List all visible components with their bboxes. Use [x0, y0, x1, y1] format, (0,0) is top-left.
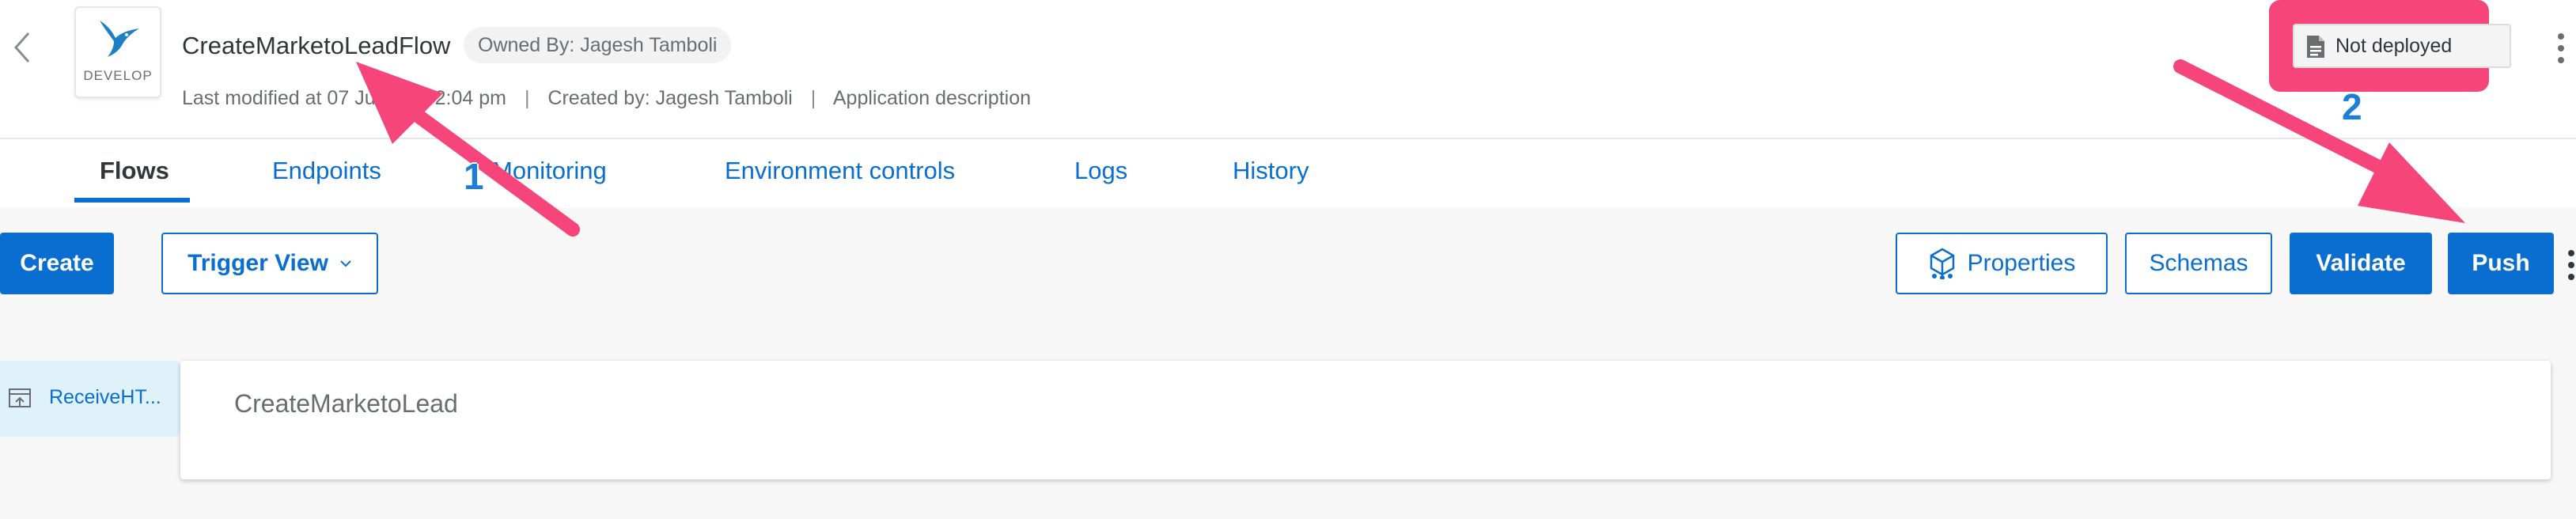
toolbar-more-icon[interactable] [2563, 247, 2576, 283]
trigger-view-label: Trigger View [188, 250, 328, 276]
app-tile: DEVELOP [74, 6, 161, 98]
app-metadata: Last modified at 07 Jul 2021 2:04 pm | C… [182, 87, 1031, 110]
flow-card[interactable]: CreateMarketoLead [180, 361, 2551, 479]
properties-cube-icon [1930, 248, 1954, 279]
deployment-status-chip[interactable]: Not deployed [2293, 24, 2511, 68]
deployment-status-text: Not deployed [2335, 35, 2453, 57]
tab-endpoints[interactable]: Endpoints [272, 157, 381, 185]
tab-monitoring[interactable]: Monitoring [492, 157, 607, 185]
separator: | [524, 87, 530, 109]
create-button-label: Create [20, 250, 94, 276]
annotation-marker-1: 1 [464, 156, 484, 197]
trigger-view-dropdown[interactable]: Trigger View [161, 233, 378, 294]
app-tile-label: DEVELOP [83, 68, 153, 83]
tab-flows[interactable]: Flows [100, 157, 169, 185]
validate-label: Validate [2316, 250, 2406, 276]
page-title: CreateMarketoLeadFlow [182, 32, 451, 59]
back-chevron-icon[interactable] [5, 28, 43, 66]
tab-environment-controls[interactable]: Environment controls [725, 157, 955, 185]
trigger-label: ReceiveHT... [49, 386, 161, 408]
create-button[interactable]: Create [0, 233, 114, 294]
tab-history[interactable]: History [1233, 157, 1309, 185]
last-modified-text: Last modified at 07 Jul 2021 2:04 pm [182, 87, 506, 109]
push-button[interactable]: Push [2448, 233, 2554, 294]
document-icon [2307, 36, 2324, 58]
schemas-label: Schemas [2149, 250, 2248, 276]
properties-button[interactable]: Properties [1896, 233, 2108, 294]
push-label: Push [2472, 250, 2530, 276]
trigger-chip[interactable]: ReceiveHT... [0, 361, 203, 437]
tab-logs[interactable]: Logs [1074, 157, 1127, 185]
properties-label: Properties [1967, 250, 2076, 276]
application-description-link[interactable]: Application description [833, 87, 1031, 109]
flow-name: CreateMarketoLead [234, 389, 458, 418]
active-tab-indicator [74, 198, 190, 203]
schemas-button[interactable]: Schemas [2125, 233, 2272, 294]
chevron-down-icon [340, 260, 351, 267]
http-trigger-icon [9, 388, 31, 407]
separator: | [810, 87, 816, 109]
tab-bar: Flows Endpoints Monitoring Environment c… [0, 138, 2576, 209]
created-by-text: Created by: Jagesh Tamboli [547, 87, 793, 109]
annotation-marker-2: 2 [2342, 86, 2362, 127]
more-options-icon[interactable] [2549, 28, 2573, 68]
owner-badge: Owned By: Jagesh Tamboli [464, 27, 732, 63]
hummingbird-logo-icon [100, 21, 139, 57]
validate-button[interactable]: Validate [2290, 233, 2432, 294]
